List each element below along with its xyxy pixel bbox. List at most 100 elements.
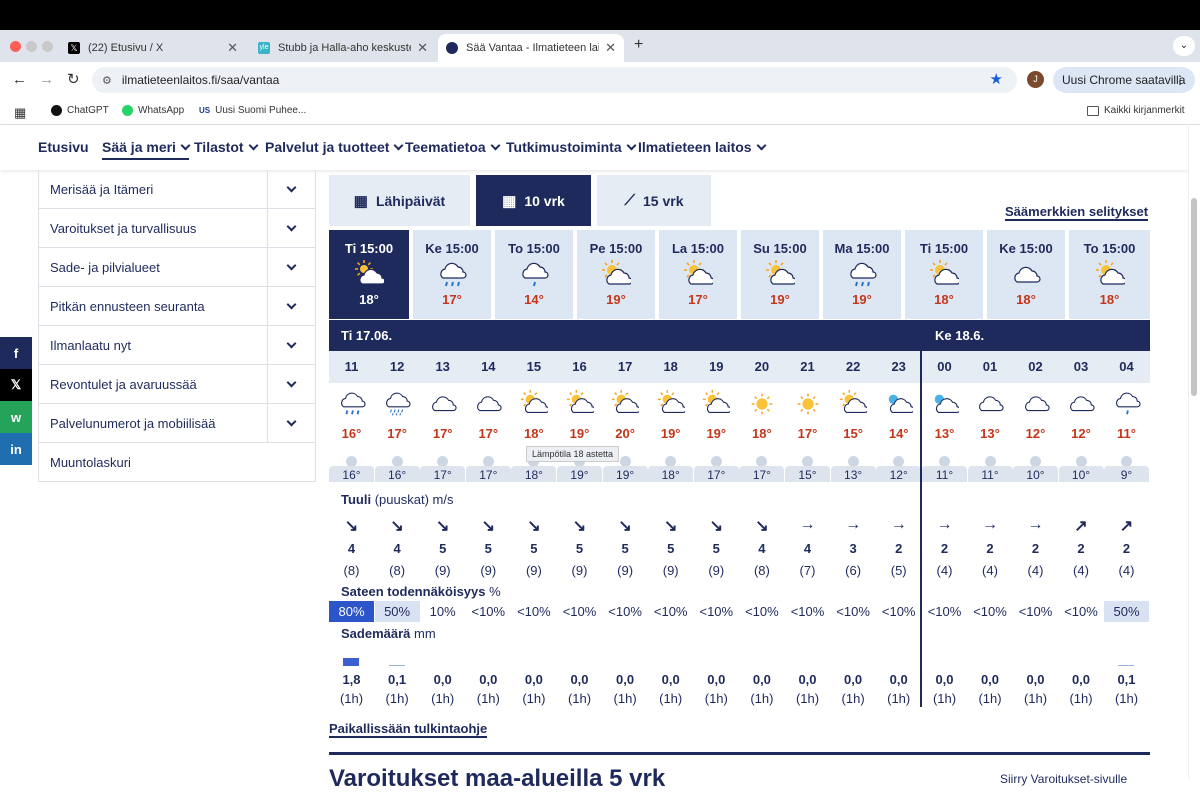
site-info-icon[interactable]: ⚙ [102, 74, 112, 87]
facebook-share-button[interactable]: f [0, 337, 32, 369]
bookmark-chatgpt[interactable]: ChatGPT [51, 105, 109, 116]
sidebar-item-revontulet[interactable]: Revontulet ja avaruussää [38, 365, 316, 404]
nav-teematietoa[interactable]: Teematietoa [405, 139, 501, 155]
hour-temperature: 17° [432, 426, 453, 441]
main-navigation: Etusivu Sää ja meri Tilastot Palvelut ja… [0, 126, 1200, 170]
tab-label: Lähipäivät [375, 192, 446, 209]
nav-saa-ja-meri[interactable]: Sää ja meri [102, 139, 191, 160]
expand-toggle[interactable] [267, 209, 315, 247]
precip-probability: <10% [836, 604, 870, 619]
nav-ilmatieteen-laitos[interactable]: Ilmatieteen laitos [638, 139, 767, 155]
day-card[interactable]: Su 15:00 19° [741, 230, 819, 319]
nav-palvelut[interactable]: Palvelut ja tuotteet [265, 139, 404, 155]
precip-amount: 0,0 [889, 672, 908, 687]
tab-lahipaivat[interactable]: ▦ Lähipäivät [329, 175, 470, 226]
wind-direction-arrow: ↘ [618, 518, 632, 535]
precip-amount: 0,0 [752, 672, 771, 687]
symbol-legend-link[interactable]: Säämerkkien selitykset [1005, 205, 1149, 221]
sidebar-item-ilmanlaatu[interactable]: Ilmanlaatu nyt [38, 326, 316, 365]
tab-15-vrk[interactable]: ⟋ 15 vrk [597, 175, 711, 226]
hour-label: 02 [1028, 359, 1043, 374]
reload-icon[interactable]: ↻ [67, 70, 80, 88]
tab-title: (22) Etusivu / X [88, 42, 164, 54]
expand-toggle[interactable] [267, 404, 315, 442]
sidebar-item-label: Sade- ja pilvialueet [50, 259, 160, 275]
bookmark-uusi-suomi[interactable]: US Uusi Suomi Puhee... [199, 105, 306, 116]
expand-toggle[interactable] [267, 248, 315, 286]
tab-10-vrk[interactable]: ▦ 10 vrk [476, 175, 591, 226]
moon-cloud-icon [922, 390, 967, 423]
day-card[interactable]: To 15:00 14° [495, 230, 573, 319]
wind-speed: 5 [621, 541, 629, 556]
wind-gust: (9) [525, 563, 542, 578]
day-card[interactable]: To 15:00 18° [1069, 230, 1150, 319]
menu-dots-icon[interactable]: ⋮ [1174, 67, 1186, 93]
close-window-button[interactable] [10, 41, 21, 52]
nav-tilastot[interactable]: Tilastot [194, 139, 258, 155]
back-icon[interactable]: ← [12, 71, 27, 88]
chrome-update-button[interactable]: Uusi Chrome saatavilla ⋮ [1053, 67, 1195, 93]
whatsapp-share-button[interactable]: w [0, 401, 32, 433]
close-tab-icon[interactable]: ✕ [227, 40, 238, 56]
minimize-window-button[interactable] [26, 41, 37, 52]
day-card[interactable]: Ti 15:00 18° [905, 230, 983, 319]
sidebar-item-varoitukset[interactable]: Varoitukset ja turvallisuus [38, 209, 316, 248]
zoom-window-button[interactable] [42, 41, 53, 52]
sidebar-item-pitkan-ennusteen[interactable]: Pitkän ennusteen seuranta [38, 287, 316, 326]
sidebar-item-palvelunumerot[interactable]: Palvelunumerot ja mobiilisää [38, 404, 316, 443]
precip-probability: 50% [374, 601, 420, 622]
sidebar-item-label: Pitkän ennusteen seuranta [50, 298, 205, 314]
browser-tab-fmi[interactable]: Sää Vantaa - Ilmatieteen laitos ✕ [438, 34, 624, 62]
wind-direction-arrow: ↘ [527, 518, 541, 535]
apps-grid-icon[interactable]: ▦ [14, 105, 26, 121]
new-tab-button[interactable]: + [634, 36, 643, 54]
browser-tab-x[interactable]: 𝕏 (22) Etusivu / X ✕ [60, 34, 246, 62]
wind-gust: (4) [936, 563, 953, 578]
expand-toggle[interactable] [267, 170, 315, 208]
chevron-down-icon [286, 221, 297, 231]
wind-direction-arrow: ↘ [435, 518, 450, 535]
x-share-button[interactable]: 𝕏 [0, 369, 32, 401]
local-weather-guide-link[interactable]: Paikallissään tulkintaohje [329, 722, 488, 738]
forward-icon[interactable]: → [39, 71, 54, 88]
scrollbar-thumb[interactable] [1191, 198, 1197, 396]
day-label: La 15:00 [671, 241, 725, 256]
expand-toggle[interactable] [267, 365, 315, 403]
profile-avatar[interactable]: J [1027, 71, 1044, 88]
expand-toggle[interactable] [267, 326, 315, 364]
day-card[interactable]: Ke 15:00 17° [413, 230, 491, 319]
nav-tutkimustoiminta[interactable]: Tutkimustoiminta [506, 139, 637, 155]
sidebar-item-sade[interactable]: Sade- ja pilvialueet [38, 248, 316, 287]
bookmark-star-icon[interactable]: ★ [990, 70, 1003, 88]
precip-probability: 50% [1104, 601, 1149, 622]
close-tab-icon[interactable]: ✕ [417, 40, 428, 56]
feels-like-value: 17° [739, 466, 785, 482]
wind-direction-arrow: ↘ [344, 518, 359, 535]
nav-etusivu[interactable]: Etusivu [38, 139, 89, 155]
precip-amount-unit: mm [414, 626, 436, 641]
wind-gust: (4) [1118, 563, 1135, 578]
day-card[interactable]: La 15:00 17° [659, 230, 737, 319]
day-card[interactable]: Ma 15:00 19° [823, 230, 901, 319]
hour-temperature: 18° [524, 426, 544, 441]
expand-toggle[interactable] [267, 287, 315, 325]
warnings-page-link[interactable]: Siirry Varoitukset-sivulle [1000, 772, 1127, 786]
day-card[interactable]: Ti 15:00 18° [329, 230, 409, 319]
hour-temperature: 20° [615, 426, 635, 441]
nav-label: Palvelut ja tuotteet [265, 139, 390, 155]
tab-search-button[interactable]: ⌄ [1173, 36, 1195, 56]
cloud-icon [420, 390, 465, 423]
wind-gust: (6) [845, 563, 862, 578]
all-bookmarks[interactable]: Kaikki kirjanmerkit [1087, 105, 1185, 116]
url-bar[interactable]: ⚙ ilmatieteenlaitos.fi/saa/vantaa ★ [92, 67, 1017, 93]
sidebar-item-merisaa[interactable]: Merisää ja Itämeri [38, 170, 316, 209]
close-tab-icon[interactable]: ✕ [605, 40, 616, 56]
day-card[interactable]: Pe 15:00 19° [577, 230, 655, 319]
sidebar-item-muuntolaskuri[interactable]: Muuntolaskuri [38, 443, 316, 482]
day-card[interactable]: Ke 15:00 18° [987, 230, 1065, 319]
wind-speed: 3 [849, 541, 857, 556]
browser-tab-yle[interactable]: yle Stubb ja Halla-aho keskustele ✕ [250, 34, 436, 62]
bookmark-whatsapp[interactable]: WhatsApp [122, 105, 184, 116]
day-label: Su 15:00 [753, 241, 807, 256]
linkedin-share-button[interactable]: in [0, 433, 32, 465]
